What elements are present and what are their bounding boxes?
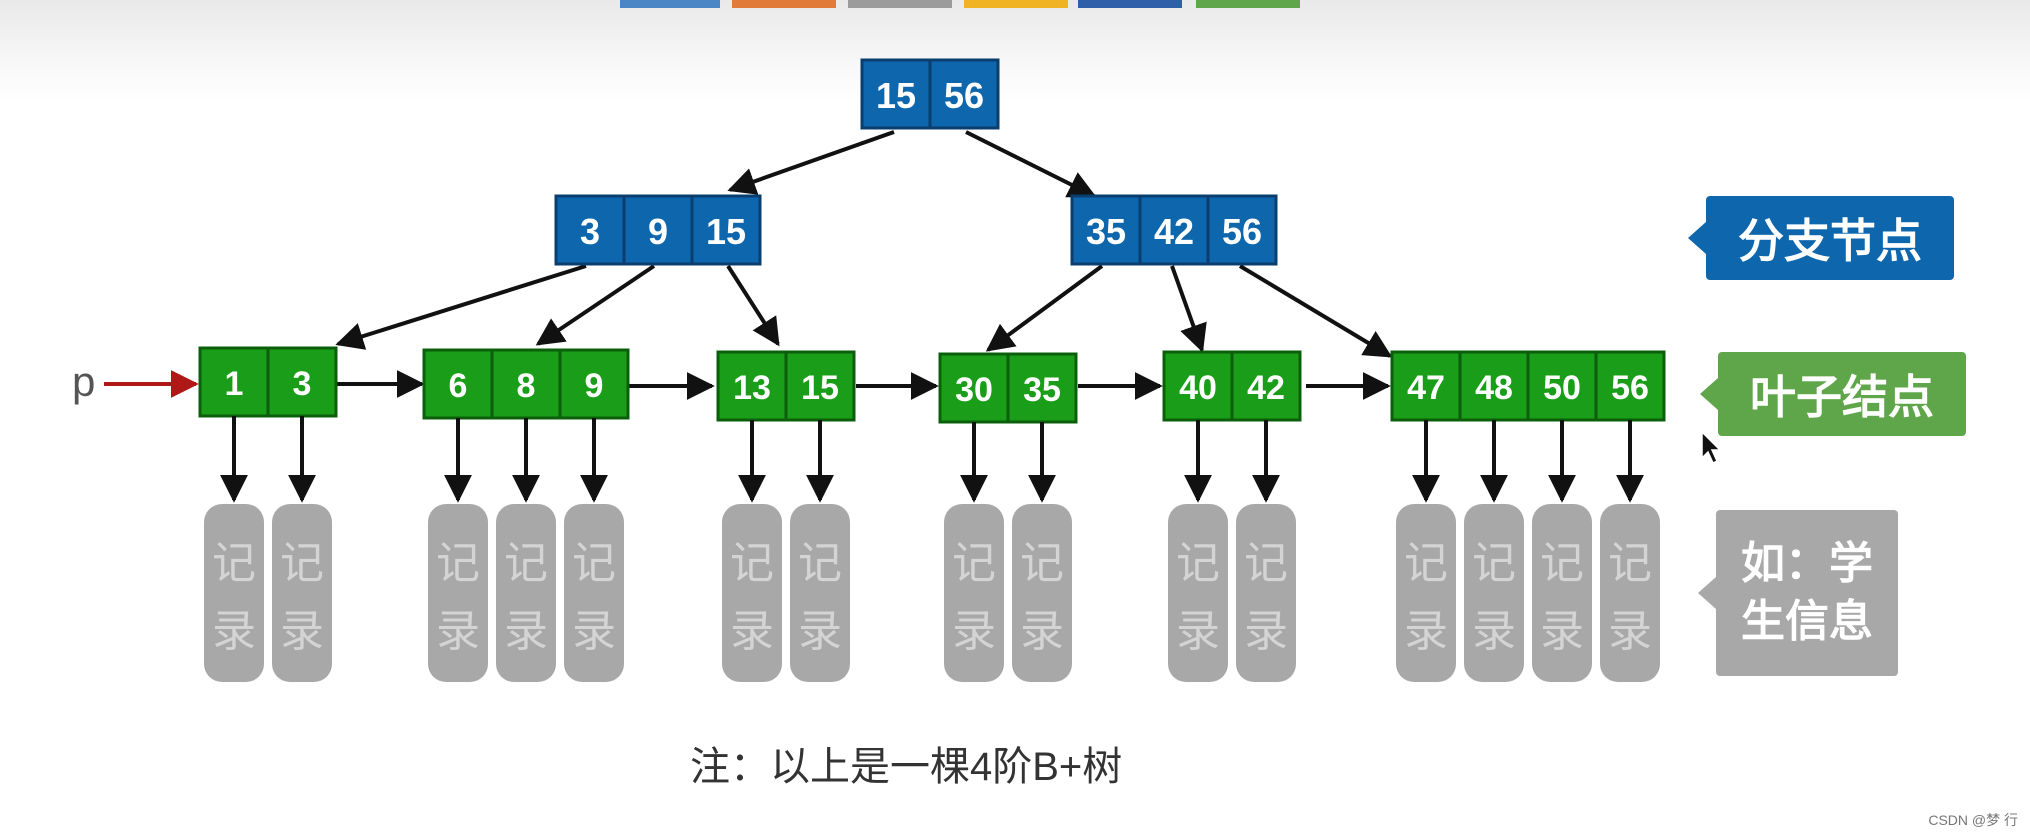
- color-chip-orange[interactable]: [732, 0, 836, 8]
- edge-branch-right-to-leaf-6: [1238, 264, 1393, 358]
- record-label-char: 录: [1608, 607, 1652, 656]
- branch-left-key-1: 9: [648, 211, 668, 252]
- leaf-4-key-1: 35: [1023, 371, 1061, 409]
- leaf-1-key-0: 1: [225, 365, 244, 403]
- record-label-char: 记: [1404, 539, 1448, 588]
- record-label-char: 记: [1176, 539, 1220, 588]
- record-label-char: 录: [1472, 607, 1516, 656]
- leaf-6-key-1: 48: [1475, 369, 1513, 407]
- legend-record-example: 如：学 生信息: [1698, 510, 1898, 676]
- leaf-4-key-0: 30: [955, 371, 993, 409]
- record-label-char: 录: [952, 607, 996, 656]
- record-label-char: 录: [1020, 607, 1064, 656]
- mouse-cursor-icon: [1701, 430, 1722, 465]
- leaf-2-key-1: 8: [517, 367, 536, 405]
- legend-leaf-node: 叶子结点: [1700, 352, 1966, 436]
- record-label-char: 录: [504, 607, 548, 656]
- record-label-char: 记: [504, 539, 548, 588]
- branch-left-key-0: 3: [580, 211, 600, 252]
- record-label-char: 记: [798, 539, 842, 588]
- record-label-char: 记: [1540, 539, 1584, 588]
- record-label-char: 录: [1404, 607, 1448, 656]
- leaf-5-key-1: 42: [1247, 369, 1285, 407]
- record-label-char: 记: [952, 539, 996, 588]
- branch-right-key-1: 42: [1154, 211, 1194, 252]
- color-chip-yellow[interactable]: [964, 0, 1068, 8]
- pointer-p-label: p: [72, 358, 95, 405]
- record-label-char: 录: [1540, 607, 1584, 656]
- record-label-char: 记: [730, 539, 774, 588]
- record-label-char: 记: [1608, 539, 1652, 588]
- watermark: CSDN @梦 行: [1928, 812, 2018, 828]
- record-label-char: 录: [212, 607, 256, 656]
- edge-branch-right-to-leaf-5: [1170, 265, 1207, 353]
- record-label-char: 录: [572, 607, 616, 656]
- record-label-char: 录: [280, 607, 324, 656]
- leaf-6-key-2: 50: [1543, 369, 1581, 407]
- record-label-char: 记: [1244, 539, 1288, 588]
- record-label-char: 记: [280, 539, 324, 588]
- branch-right-key-2: 56: [1222, 211, 1262, 252]
- leaf-1-key-1: 3: [293, 365, 312, 403]
- toolbar-color-chips: [620, 0, 1300, 8]
- edge-branch-left-to-leaf-1: [335, 264, 587, 350]
- legend-example-line-1: 如：学: [1741, 539, 1873, 588]
- record-label-char: 录: [798, 607, 842, 656]
- legend-branch-node: 分支节点: [1688, 196, 1954, 280]
- legend-branch-label: 分支节点: [1738, 215, 1922, 267]
- branch-right-key-0: 35: [1086, 211, 1126, 252]
- color-chip-green[interactable]: [1196, 0, 1300, 8]
- record-column: 记录记录记录记录记录记录记录记录记录记录记录记录记录记录记录: [204, 416, 1660, 682]
- record-label-char: 录: [730, 607, 774, 656]
- record-label-char: 录: [1176, 607, 1220, 656]
- record-label-char: 记: [1020, 539, 1064, 588]
- leaf-6-key-3: 56: [1611, 369, 1649, 407]
- legend-example-line-2: 生信息: [1741, 597, 1873, 646]
- legend-leaf-label: 叶子结点: [1750, 371, 1934, 423]
- leaf-6-key-0: 47: [1407, 369, 1445, 407]
- root-key-0: 15: [876, 75, 916, 116]
- leaf-3-key-0: 13: [733, 369, 771, 407]
- leaf-2-key-2: 9: [585, 367, 604, 405]
- branch-left-key-2: 15: [706, 211, 746, 252]
- leaf-3-key-1: 15: [801, 369, 839, 407]
- diagram-caption: 注：以上是一棵4阶B+树: [690, 745, 1123, 789]
- record-label-char: 录: [1244, 607, 1288, 656]
- edge-root-to-branch-left: [727, 130, 895, 195]
- leaf-2-key-0: 6: [449, 367, 468, 405]
- record-label-char: 记: [436, 539, 480, 588]
- edge-root-to-branch-right: [965, 130, 1097, 198]
- leaf-5-key-0: 40: [1179, 369, 1217, 407]
- color-chip-gray[interactable]: [848, 0, 952, 8]
- color-chip-blue[interactable]: [620, 0, 720, 8]
- edge-branch-left-to-leaf-3: [726, 264, 780, 347]
- edge-branch-right-to-leaf-4: [985, 264, 1104, 352]
- root-key-1: 56: [944, 75, 984, 116]
- record-label-char: 录: [436, 607, 480, 656]
- record-label-char: 记: [1472, 539, 1516, 588]
- record-label-char: 记: [212, 539, 256, 588]
- color-chip-navy[interactable]: [1078, 0, 1182, 8]
- record-label-char: 记: [572, 539, 616, 588]
